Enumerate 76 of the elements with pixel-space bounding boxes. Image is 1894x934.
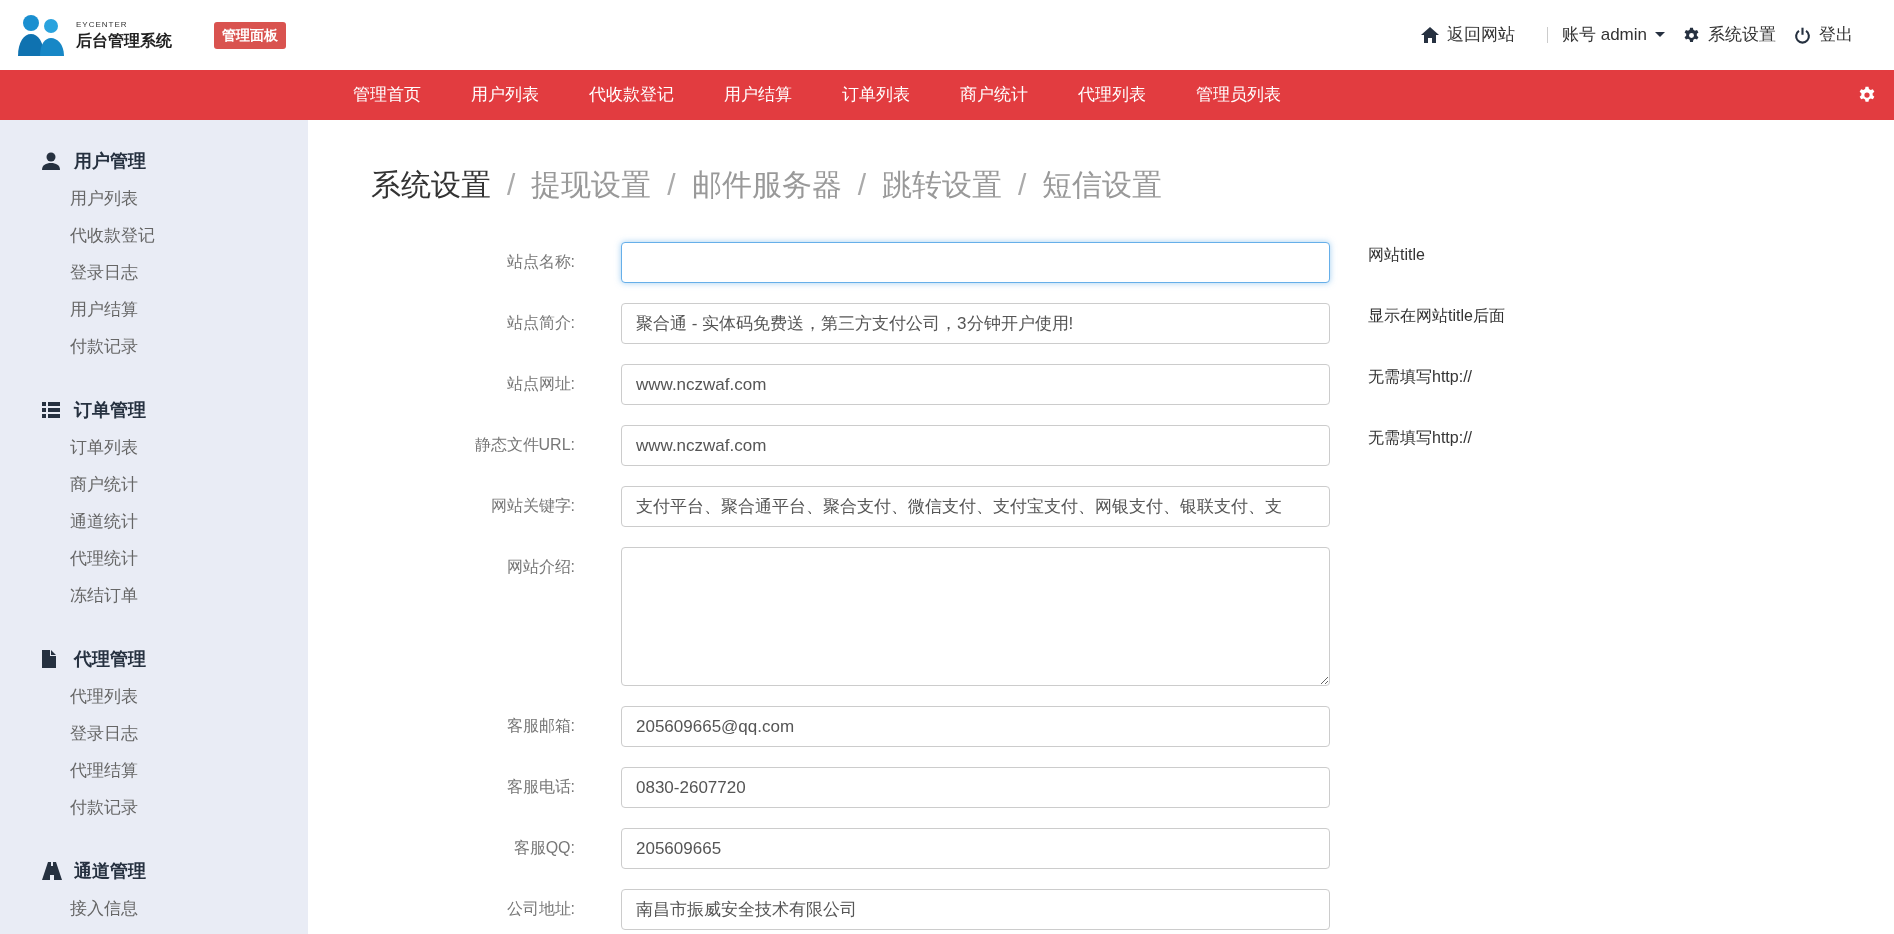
sidebar-item[interactable]: 登录日志: [42, 715, 308, 752]
nav-link[interactable]: 商户统计: [935, 82, 1053, 108]
field-label: 站点名称:: [505, 252, 575, 272]
user-icon: [42, 152, 60, 170]
field-label: 客服QQ:: [512, 838, 575, 858]
breadcrumb-link[interactable]: 短信设置: [1042, 161, 1163, 207]
sidebar-item[interactable]: 订单列表: [42, 429, 308, 466]
logo-caption: EYCENTER: [76, 21, 129, 29]
input-field[interactable]: [621, 242, 1330, 283]
sidebar-heading: 代理管理: [74, 647, 146, 671]
nav-link[interactable]: 管理首页: [328, 82, 446, 108]
nav-link[interactable]: 订单列表: [817, 82, 935, 108]
sidebar-item[interactable]: 代理结算: [42, 752, 308, 789]
sidebar-item[interactable]: 登录日志: [42, 254, 308, 291]
sidebar-item[interactable]: 代理统计: [42, 540, 308, 577]
sidebar-item[interactable]: 通道统计: [42, 503, 308, 540]
home-icon: [1420, 27, 1439, 43]
account-menu[interactable]: 账号 admin: [1561, 22, 1665, 48]
breadcrumb-link[interactable]: 邮件服务器: [691, 161, 842, 207]
nav-link[interactable]: 用户结算: [699, 82, 817, 108]
sidebar-item[interactable]: 付款记录: [42, 789, 308, 826]
logout-link[interactable]: 登出: [1794, 22, 1853, 48]
nav-link[interactable]: 代理列表: [1053, 82, 1171, 108]
sidebar-heading: 用户管理: [74, 149, 146, 173]
caret-icon: [1655, 32, 1665, 38]
field-hint: 网站title: [1368, 245, 1425, 265]
input-field[interactable]: www.nczwaf.com: [621, 425, 1330, 466]
nav-link[interactable]: 用户列表: [446, 82, 564, 108]
sidebar-item[interactable]: 代收款登记: [42, 217, 308, 254]
road-icon: [42, 862, 62, 880]
field-hint: 无需填写http://: [1368, 428, 1473, 448]
home-link[interactable]: 返回网站: [1420, 22, 1515, 48]
nav-link[interactable]: 代收款登记: [564, 82, 699, 108]
list-icon: [42, 402, 60, 418]
settings-link[interactable]: 系统设置: [1683, 22, 1776, 48]
field-label: 公司地址:: [505, 899, 575, 919]
sidebar-item[interactable]: 用户列表: [42, 180, 308, 217]
sidebar-item[interactable]: 接入信息: [42, 890, 308, 927]
field-hint: 无需填写http://: [1368, 367, 1473, 387]
sidebar-item[interactable]: 付款记录: [42, 328, 308, 365]
breadcrumb-separator: /: [507, 166, 516, 203]
breadcrumb-separator: /: [857, 166, 867, 203]
sidebar-item[interactable]: 冻结订单: [42, 577, 308, 614]
field-label: 客服邮箱:: [505, 716, 575, 736]
input-field[interactable]: 205609665: [621, 828, 1330, 869]
sidebar-item[interactable]: 代理列表: [42, 678, 308, 715]
breadcrumb-separator: /: [667, 166, 676, 203]
input-field[interactable]: www.nczwaf.com: [621, 364, 1330, 405]
logo-title: 后台管理系统: [76, 33, 172, 49]
breadcrumb-separator: /: [1018, 166, 1027, 203]
sidebar-heading: 订单管理: [74, 398, 146, 422]
field-hint: 显示在网站title后面: [1368, 306, 1505, 326]
input-field[interactable]: 0830-2607720: [621, 767, 1330, 808]
nav-link[interactable]: 管理员列表: [1171, 82, 1306, 108]
breadcrumb-link[interactable]: 系统设置: [371, 161, 491, 207]
field-label: 网站介绍:: [505, 557, 575, 577]
field-label: 客服电话:: [505, 777, 575, 797]
field-label: 网站关键字:: [489, 496, 575, 516]
input-field[interactable]: 205609665@qq.com: [621, 706, 1330, 747]
sidebar-item[interactable]: 用户结算: [42, 291, 308, 328]
settings-icon: [1683, 26, 1700, 44]
settings-icon[interactable]: [1858, 86, 1876, 104]
sidebar-item[interactable]: 商户统计: [42, 466, 308, 503]
input-field[interactable]: 支付平台、聚合通平台、聚合支付、微信支付、支付宝支付、网银支付、银联支付、支: [621, 486, 1330, 527]
field-label: 静态文件URL:: [473, 435, 575, 455]
file-icon: [42, 650, 56, 668]
breadcrumb-link[interactable]: 跳转设置: [882, 161, 1003, 207]
input-field[interactable]: 南昌市振威安全技术有限公司: [621, 889, 1330, 930]
input-field[interactable]: 聚合通 - 实体码免费送，第三方支付公司，3分钟开户使用!: [621, 303, 1330, 344]
panel-badge: 管理面板: [214, 21, 286, 49]
breadcrumb-link[interactable]: 提现设置: [531, 161, 652, 207]
field-label: 站点简介:: [505, 313, 575, 333]
power-icon: [1794, 26, 1811, 44]
field-label: 站点网址:: [505, 374, 575, 394]
sidebar-heading: 通道管理: [74, 859, 146, 883]
logo-icon: [18, 12, 64, 58]
